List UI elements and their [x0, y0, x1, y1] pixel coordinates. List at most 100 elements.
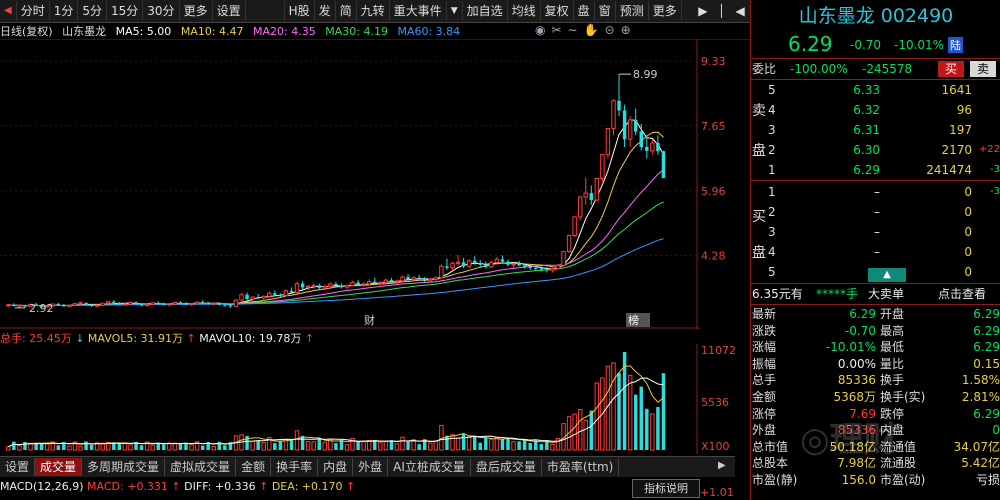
volume-bar[interactable] — [122, 442, 128, 451]
candle-body[interactable] — [172, 301, 178, 305]
volume-bar[interactable] — [611, 362, 616, 451]
candle-body[interactable] — [211, 302, 216, 305]
tab-pe-ttm[interactable]: 市盈率(ttm) — [542, 458, 620, 476]
tab-fenshi[interactable]: 分时 — [17, 1, 50, 21]
volume-bar[interactable] — [445, 435, 449, 450]
tab-30min[interactable]: 30分 — [143, 1, 180, 21]
candle-body[interactable] — [72, 303, 78, 306]
candle-body[interactable] — [622, 110, 627, 140]
candle-body[interactable] — [144, 303, 150, 307]
volume-bar[interactable] — [428, 442, 433, 451]
tab-turnover[interactable]: 换手率 — [271, 458, 319, 476]
volume-bar[interactable] — [217, 441, 222, 450]
scissors-icon[interactable]: ✂ — [551, 23, 567, 37]
candle-body[interactable] — [394, 280, 400, 283]
volume-chart[interactable]: 11072 5536 X100 — [0, 344, 750, 454]
volume-bar[interactable] — [56, 445, 61, 450]
candle-body[interactable] — [423, 278, 427, 281]
candle-body[interactable] — [112, 301, 116, 303]
candle-body[interactable] — [6, 304, 11, 307]
forecast-button[interactable]: 预测 — [616, 1, 649, 21]
ma-button[interactable]: 均线 — [508, 1, 541, 21]
candle-body[interactable] — [339, 285, 344, 288]
volume-bar[interactable] — [366, 440, 372, 451]
candle-body[interactable] — [217, 303, 222, 305]
candle-body[interactable] — [178, 302, 183, 304]
sell-level-row[interactable]: 5 6.33 1641 — [768, 80, 1000, 100]
rank-marker[interactable]: 榜 — [628, 313, 639, 327]
volume-bar[interactable] — [200, 445, 205, 450]
sell-button[interactable]: 卖 — [970, 61, 996, 77]
candle-body[interactable] — [478, 263, 482, 265]
nine-turn-button[interactable]: 九转 — [357, 1, 390, 21]
volume-bar[interactable] — [278, 440, 283, 450]
tab-volume[interactable]: 成交量 — [35, 458, 83, 476]
minus-icon[interactable]: ⊝ — [605, 23, 621, 37]
tab-virtual-volume[interactable]: 虚拟成交量 — [165, 458, 237, 476]
candle-body[interactable] — [600, 154, 605, 179]
candle-body[interactable] — [194, 301, 200, 305]
volume-bar[interactable] — [539, 444, 544, 450]
candle-body[interactable] — [322, 285, 328, 289]
volume-bar[interactable] — [223, 445, 227, 450]
candle-body[interactable] — [545, 269, 549, 271]
candle-body[interactable] — [139, 303, 144, 306]
volume-bar[interactable] — [172, 442, 178, 451]
candle-body[interactable] — [661, 151, 666, 179]
candle-body[interactable] — [506, 261, 510, 265]
volume-bar[interactable] — [627, 374, 633, 451]
candle-body[interactable] — [12, 304, 16, 306]
volume-bar[interactable] — [645, 408, 649, 450]
dropdown-icon[interactable]: ▼ — [447, 1, 463, 21]
candle-body[interactable] — [539, 268, 544, 270]
volume-bar[interactable] — [466, 436, 472, 451]
volume-bar[interactable] — [583, 419, 588, 451]
candle-body[interactable] — [534, 267, 538, 269]
candle-body[interactable] — [167, 303, 172, 306]
candle-body[interactable] — [656, 143, 660, 152]
volume-bar[interactable] — [478, 442, 482, 450]
candle-body[interactable] — [566, 234, 572, 253]
candle-body[interactable] — [62, 304, 66, 307]
candle-body[interactable] — [627, 119, 633, 140]
volume-bar[interactable] — [6, 446, 11, 451]
volume-bar[interactable] — [139, 445, 144, 450]
candlestick-chart[interactable]: 9.33 7.65 5.96 4.28 8.99 2.92 财 榜 — [0, 39, 750, 329]
volume-bar[interactable] — [150, 444, 155, 451]
volume-bar[interactable] — [406, 441, 410, 450]
volume-bar[interactable] — [484, 437, 488, 450]
candle-body[interactable] — [289, 290, 294, 293]
candle-body[interactable] — [23, 305, 27, 307]
fa-button[interactable]: 发 — [315, 1, 336, 21]
candle-body[interactable] — [344, 285, 350, 288]
volume-bar[interactable] — [356, 441, 360, 450]
tab-ai-volume[interactable]: AI立桩成交量 — [388, 458, 471, 476]
volume-bar[interactable] — [511, 441, 516, 451]
candle-body[interactable] — [406, 277, 410, 280]
candle-body[interactable] — [455, 261, 461, 264]
volume-bar[interactable] — [650, 413, 655, 451]
volume-bar[interactable] — [250, 440, 255, 451]
tab-amount[interactable]: 金额 — [236, 458, 272, 476]
tab-more-periods[interactable]: 更多 — [180, 1, 213, 21]
volume-bar[interactable] — [461, 433, 466, 450]
candle-body[interactable] — [561, 251, 566, 266]
candle-body[interactable] — [356, 282, 360, 285]
major-events-button[interactable]: 重大事件 — [390, 1, 447, 21]
volume-bar[interactable] — [522, 440, 527, 450]
volume-bar[interactable] — [589, 410, 594, 450]
volume-bar[interactable] — [128, 444, 133, 451]
tab-outer[interactable]: 外盘 — [353, 458, 389, 476]
candle-body[interactable] — [650, 142, 655, 152]
volume-bar[interactable] — [383, 440, 389, 451]
finance-marker[interactable]: 财 — [364, 313, 375, 327]
volume-bar[interactable] — [305, 441, 311, 451]
candle-body[interactable] — [239, 294, 244, 301]
volume-bar[interactable] — [256, 440, 260, 450]
candle-body[interactable] — [117, 302, 122, 305]
candle-body[interactable] — [150, 302, 155, 305]
candle-body[interactable] — [361, 283, 366, 286]
candle-body[interactable] — [273, 293, 277, 295]
volume-bar[interactable] — [617, 372, 621, 450]
candle-body[interactable] — [294, 283, 300, 293]
